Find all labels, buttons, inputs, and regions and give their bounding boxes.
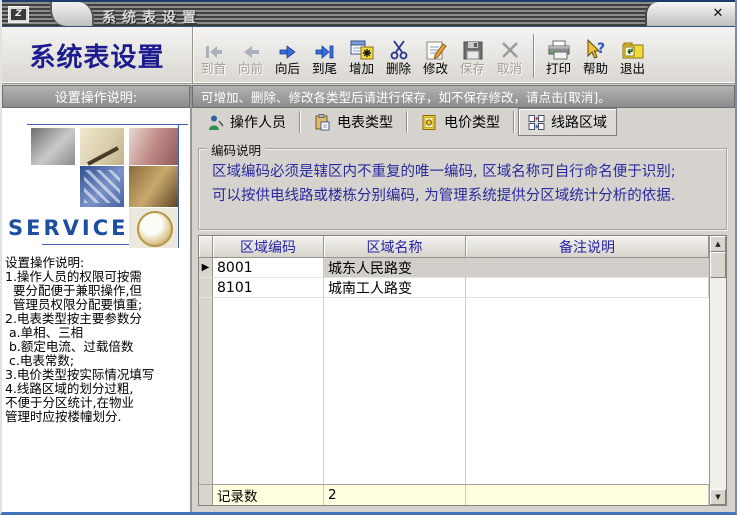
footer-indicator-cell [199,485,213,505]
title-bar: Z 系统表设置 ✕ [2,0,735,27]
save-record-button: 保存 [454,31,491,81]
tab-separator [299,111,301,133]
app-window: Z 系统表设置 ✕ 系统表设置 到首 向前 [0,0,737,515]
region-table: 区域编码 区域名称 备注说明 ▶ 8001 城东人民路变 810 [198,235,727,506]
code-description-text: 区域编码必须是辖区内不重复的唯一编码, 区域名称可自行命名便于识别; 可以按供电… [199,149,726,208]
column-header-name[interactable]: 区域名称 [324,236,466,258]
footer-empty-cell [466,485,709,505]
groupbox-legend: 编码说明 [207,140,265,159]
sidebar-header: 设置操作说明: [2,85,190,108]
edit-icon [424,35,448,61]
operation-instructions: 设置操作说明: 1.操作人员的权限可按需 要分配便于兼职操作,但 管理员权限分配… [2,254,190,512]
photo-hand-coins [129,166,178,207]
toolbar-separator [533,34,535,78]
body-row: 设置操作说明: SERVICE 设置操作说明: 1.操作人员的权限可按需 要分配… [2,85,735,512]
edit-record-button[interactable]: 修改 [417,31,454,81]
first-record-button: 到首 [195,31,232,81]
db-navigator-toolbar: 到首 向前 向后 到尾 [195,29,735,82]
record-count-value: 2 [324,485,466,505]
svg-text:?: ? [597,41,605,57]
delete-record-button[interactable]: 删除 [380,31,417,81]
delete-scissors-icon [387,35,411,61]
tab-meter-type[interactable]: 电表类型 [304,108,403,136]
tab-label: 线路区域 [551,112,607,132]
next-record-icon [276,35,300,61]
column-header-note[interactable]: 备注说明 [466,236,709,258]
scroll-up-icon[interactable]: ▲ [710,236,726,252]
tab-content: 编码说明 区域编码必须是辖区内不重复的唯一编码, 区域名称可自行命名便于识别; … [192,136,735,512]
next-record-button[interactable]: 向后 [269,31,306,81]
collage-line-top [27,124,188,125]
hint-bar: 可增加、删除、修改各类型后请进行保存，如不保存修改，请点击[取消]。 [192,85,735,108]
tab-price-type[interactable]: 电价类型 [411,108,510,136]
grid-empty-area [199,298,709,484]
app-logo-icon: Z [8,6,29,23]
tab-label: 操作人员 [230,112,286,132]
tab-label: 电表类型 [337,112,393,132]
tab-separator [513,111,515,133]
cell-region-name[interactable]: 城南工人路变 [324,278,466,298]
printer-icon [546,35,572,61]
first-record-icon [202,35,226,61]
column-header-code[interactable]: 区域编码 [213,236,324,258]
tab-label: 电价类型 [444,112,500,132]
prev-record-icon [239,35,263,61]
last-record-button[interactable]: 到尾 [306,31,343,81]
region-grid: 区域编码 区域名称 备注说明 ▶ 8001 城东人民路变 810 [199,236,709,505]
row-indicator-cell [199,278,213,298]
record-count-row: 记录数 2 [199,484,709,505]
record-count-label: 记录数 [213,485,324,505]
exit-button[interactable]: 退出 [614,31,651,81]
price-type-book-icon [421,114,438,131]
save-floppy-icon [461,35,485,61]
photo-tools [129,128,178,165]
code-description-groupbox: 编码说明 区域编码必须是辖区内不重复的唯一编码, 区域名称可自行命名便于识别; … [198,148,727,230]
meter-type-clipboard-icon [314,114,331,131]
prev-record-button: 向前 [232,31,269,81]
cell-region-name[interactable]: 城东人民路变 [324,258,466,278]
cell-region-code[interactable]: 8001 [213,258,324,278]
page-title: 系统表设置 [2,27,193,83]
window-title: 系统表设置 [102,7,202,27]
add-record-button[interactable]: 增加 [343,31,380,81]
tab-operators[interactable]: 操作人员 [197,108,296,136]
last-record-icon [313,35,337,61]
line-region-icon [528,114,545,131]
scroll-down-icon[interactable]: ▼ [710,489,726,505]
help-cursor-icon: ? [583,35,609,61]
main-panel: 可增加、删除、修改各类型后请进行保存，如不保存修改，请点击[取消]。 操作人员 … [192,85,735,512]
table-row[interactable]: 8101 城南工人路变 [199,278,709,298]
sidebar: 设置操作说明: SERVICE 设置操作说明: 1.操作人员的权限可按需 要分配… [2,85,192,512]
print-button[interactable]: 打印 [540,31,577,81]
sidebar-collage: SERVICE [2,108,190,254]
indicator-header-cell [199,236,213,258]
service-label: SERVICE [8,216,128,240]
titlebar-curve-divider [50,2,94,26]
cancel-button: 取消 [491,31,528,81]
scrollbar-thumb[interactable] [710,252,726,278]
photo-telephone [31,128,75,165]
collage-line-right [178,124,179,248]
scrollbar-track[interactable] [710,278,726,489]
add-record-icon [349,35,375,61]
close-icon[interactable]: ✕ [710,6,726,22]
row-pointer-icon: ▶ [199,258,213,278]
photo-keyboard [80,166,124,207]
photo-pocket-watch [129,208,178,248]
photo-pen [80,128,124,165]
cancel-x-icon [498,35,522,61]
cell-region-note[interactable] [466,258,709,278]
vertical-scrollbar[interactable]: ▲ ▼ [709,236,726,505]
grid-header-row: 区域编码 区域名称 备注说明 [199,236,709,258]
tab-line-region[interactable]: 线路区域 [518,108,617,136]
cell-region-note[interactable] [466,278,709,298]
table-row[interactable]: ▶ 8001 城东人民路变 [199,258,709,278]
toolbar-row: 系统表设置 到首 向前 向后 [2,27,735,84]
tab-separator [406,111,408,133]
operator-person-icon [207,114,224,131]
cell-region-code[interactable]: 8101 [213,278,324,298]
category-tabs: 操作人员 电表类型 电价类型 线路区域 [192,108,735,136]
exit-folder-icon [620,35,646,61]
help-button[interactable]: ? 帮助 [577,31,614,81]
